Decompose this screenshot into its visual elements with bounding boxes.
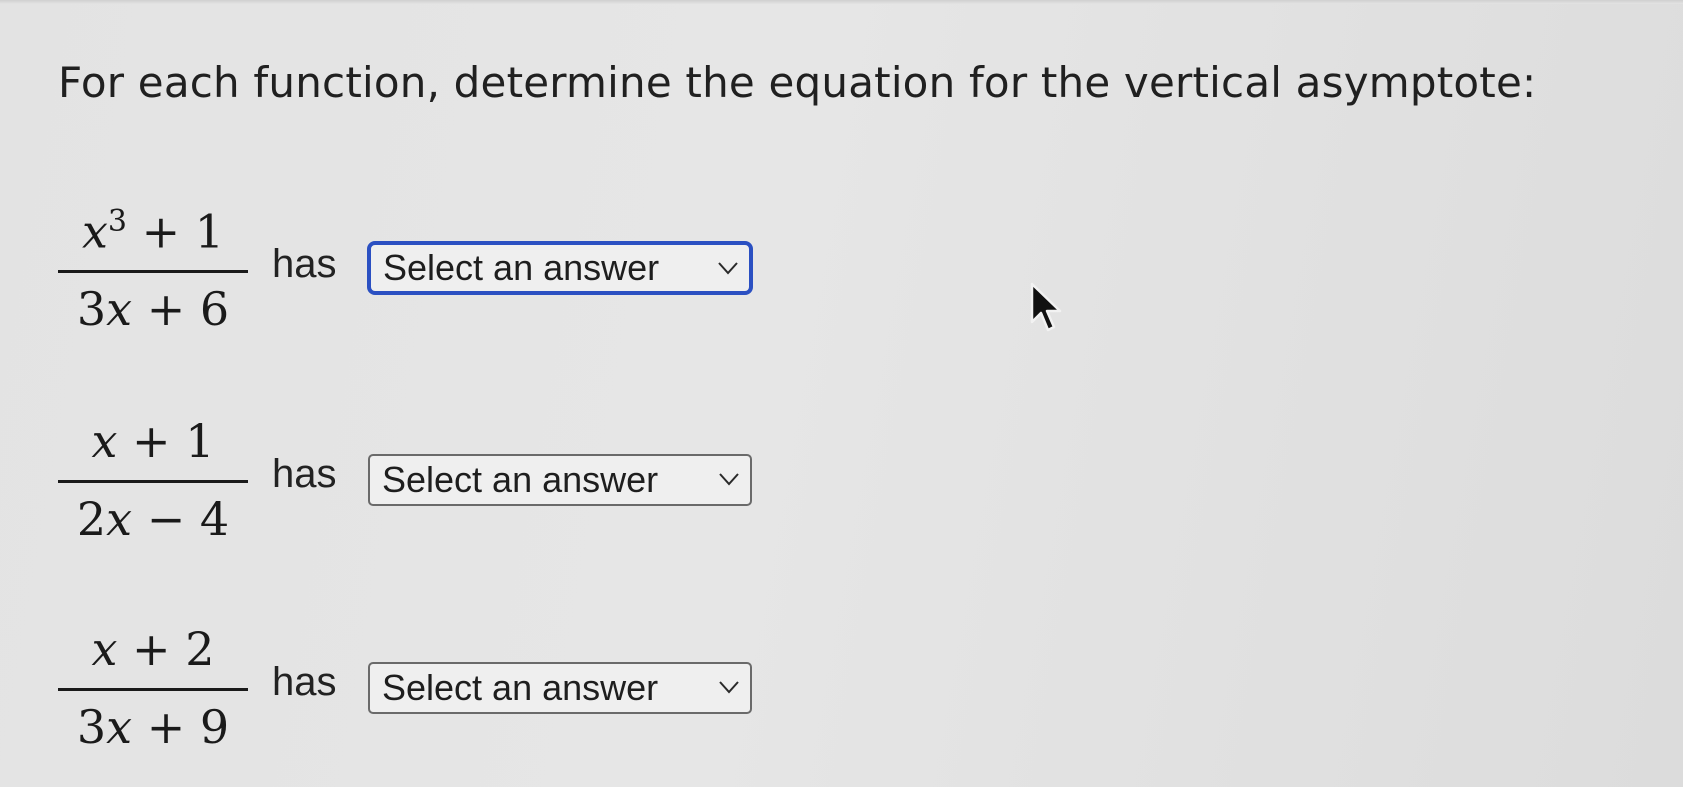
denominator-rest: + 9 [132, 700, 230, 754]
chevron-down-icon [719, 681, 739, 694]
fraction-bar [58, 688, 248, 691]
select-value: Select an answer [383, 247, 660, 288]
numerator-rest: + 2 [117, 622, 215, 676]
fraction-bar [58, 480, 248, 483]
numerator-variable: x [91, 622, 118, 676]
numerator-exponent: 3 [107, 204, 127, 239]
select-value: Select an answer [382, 459, 659, 500]
numerator-rest: + 1 [117, 414, 215, 468]
denominator-coefficient: 3 [76, 700, 107, 754]
select-value: Select an answer [382, 667, 659, 708]
numerator-rest: + 1 [126, 204, 225, 259]
denominator-coefficient: 3 [76, 282, 107, 336]
numerator-1: x3 + 1 [58, 204, 248, 258]
asymptote-select-1[interactable]: Select an answer [368, 242, 752, 294]
denominator-3: 3x + 9 [58, 700, 248, 754]
asymptote-select-2[interactable]: Select an answer [368, 454, 752, 506]
page-top-edge [0, 0, 1683, 4]
chevron-down-icon [719, 473, 739, 486]
denominator-2: 2x − 4 [58, 492, 248, 546]
numerator-2: x + 1 [58, 414, 248, 468]
numerator-3: x + 2 [58, 622, 248, 676]
has-label: has [272, 452, 337, 496]
denominator-1: 3x + 6 [58, 282, 248, 336]
mouse-pointer-icon [1030, 282, 1062, 332]
numerator-variable: x [81, 204, 108, 259]
denominator-coefficient: 2 [76, 492, 107, 546]
chevron-down-icon [718, 262, 738, 275]
question-prompt: For each function, determine the equatio… [58, 58, 1537, 107]
fraction-bar [58, 270, 248, 273]
denominator-rest: + 6 [132, 282, 230, 336]
asymptote-select-3[interactable]: Select an answer [368, 662, 752, 714]
denominator-rest: − 4 [132, 492, 230, 546]
denominator-variable: x [106, 700, 133, 754]
numerator-variable: x [91, 414, 118, 468]
has-label: has [272, 242, 337, 286]
denominator-variable: x [106, 282, 133, 336]
has-label: has [272, 660, 337, 704]
denominator-variable: x [106, 492, 133, 546]
